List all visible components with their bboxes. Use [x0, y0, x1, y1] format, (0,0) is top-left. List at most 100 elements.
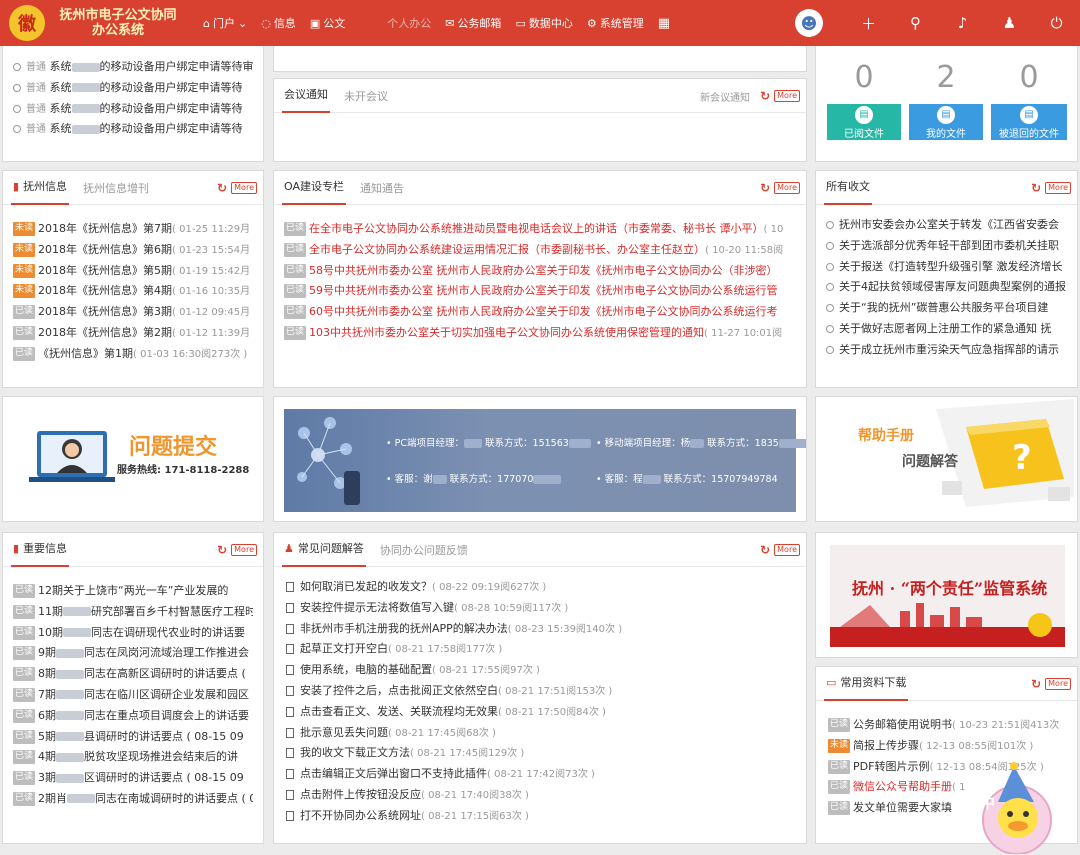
refresh-icon[interactable]: ↻	[760, 89, 770, 103]
refresh-icon[interactable]: ↻	[760, 543, 770, 557]
nav-info[interactable]: ◌ 信息	[261, 15, 296, 31]
notice-item[interactable]: 普通 系统 的移动设备用户绑定申请等待	[13, 99, 253, 120]
stat-my-files[interactable]: 2 ▤ 我的文件	[909, 52, 983, 140]
search-button[interactable]: ⚲	[892, 14, 939, 32]
list-item[interactable]: 抚州市安委会办公室关于转发《江西省安委会	[826, 215, 1067, 236]
tab-fuzhou-info[interactable]: ▮ 抚州信息	[11, 171, 70, 205]
faq-item[interactable]: 点击编辑正文后弹出窗口不支持此插件( 08-21 17:42阅73次 )	[286, 764, 796, 785]
more-button[interactable]: More	[231, 182, 257, 194]
stat-returned-files[interactable]: 0 ▤ 被退回的文件	[991, 52, 1067, 140]
list-item[interactable]: 未读 2018年《抚州信息》第5期( 01-19 15:42月	[13, 261, 253, 282]
nav-mail[interactable]: ✉ 公务邮箱	[445, 15, 501, 31]
list-item[interactable]: 已读 8期 同志在高新区调研时的讲话要点 (	[13, 664, 253, 685]
help-manual-banner[interactable]: ? 帮助手册 问题解答	[815, 396, 1078, 522]
refresh-icon[interactable]: ↻	[1031, 677, 1041, 691]
add-button[interactable]: ＋	[845, 13, 892, 34]
mascot-widget[interactable]: 中	[962, 762, 1072, 855]
user-avatar[interactable]: ☻	[795, 9, 823, 37]
notice-item[interactable]: 普通 系统 的移动设备用户绑定申请等待	[13, 78, 253, 99]
list-item[interactable]: 已读 公务邮箱使用说明书( 10-23 21:51阅413次	[828, 715, 1067, 736]
tab-pending-meetings[interactable]: 未开会议	[344, 88, 388, 104]
list-item[interactable]: 关于选派部分优秀年轻干部到团市委机关挂职	[826, 236, 1067, 257]
list-item[interactable]: 未读 2018年《抚州信息》第4期( 01-16 10:35月	[13, 281, 253, 302]
faq-item[interactable]: 起草正文打开空白( 08-21 17:58阅177次 )	[286, 639, 796, 660]
list-item[interactable]: 未读 简报上传步骤( 12-13 08:55阅101次 )	[828, 736, 1067, 757]
faq-item[interactable]: 安装控件提示无法将数值写入键( 08-28 10:59阅117次 )	[286, 598, 796, 619]
list-item[interactable]: 已读 5期 县调研时的讲话要点 ( 08-15 09	[13, 727, 253, 748]
more-button[interactable]: More	[774, 182, 800, 194]
stat-read-files[interactable]: 0 ▤ 已阅文件	[827, 52, 901, 140]
faq-item[interactable]: 点击附件上传按钮没反应( 08-21 17:40阅38次 )	[286, 785, 796, 806]
notifications-button[interactable]: ♪	[939, 14, 986, 32]
system-title[interactable]: 抚州市电子公文协同 办公系统	[53, 8, 183, 38]
more-button[interactable]: More	[1045, 678, 1071, 690]
list-item[interactable]: 已读 9期 同志在凤岗河流域治理工作推进会	[13, 643, 253, 664]
list-item[interactable]: 未读 2018年《抚州信息》第7期( 01-25 11:29月	[13, 219, 253, 240]
list-item[interactable]: 已读 2期肖 同志在南城调研时的讲话要点 ( 08	[13, 789, 253, 810]
faq-item[interactable]: 非抚州市手机注册我的抚州APP的解决办法( 08-23 15:39阅140次 )	[286, 619, 796, 640]
notice-item[interactable]: 普通 系统 的移动设备用户绑定申请等待审	[13, 57, 253, 78]
item-title: 在全市电子公文协同办公系统推进动员暨电视电话会议上的讲话（市委常委、秘书长 谭小…	[309, 222, 764, 235]
list-item[interactable]: 关于成立抚州市重污染天气应急指挥部的请示	[826, 340, 1067, 361]
tab-oa-column[interactable]: OA建设专栏	[282, 171, 346, 205]
list-item[interactable]: 已读11期 研究部署百乡千村智慧医疗工程时的讲	[13, 602, 253, 623]
tab-fuzhou-info-supplement[interactable]: 抚州信息增刊	[83, 180, 149, 196]
list-item[interactable]: 已读 60号中共抚州市委办公室 抚州市人民政府办公室关于印发《抚州市电子公文协同办…	[284, 302, 796, 323]
refresh-icon[interactable]: ↻	[217, 181, 227, 195]
notice-suffix: 的移动设备用户绑定申请等待	[99, 80, 243, 94]
supervision-system-banner[interactable]: 抚州 · “两个责任”监管系统	[815, 532, 1078, 658]
list-item[interactable]: 已读 103中共抚州市委办公室关于切实加强电子公文协同办公系统使用保密管理的通知(…	[284, 323, 796, 344]
nav-portal[interactable]: ⌂ 门户 ⌄	[203, 15, 247, 31]
list-item[interactable]: 已读 7期 同志在临川区调研企业发展和园区	[13, 685, 253, 706]
tab-important-info[interactable]: ▮ 重要信息	[11, 533, 70, 567]
nav-system-admin[interactable]: ⚙ 系统管理	[587, 15, 644, 31]
tab-notices[interactable]: 通知通告	[360, 180, 404, 196]
faq-item[interactable]: 批示意见丢失问题( 08-21 17:45阅68次 )	[286, 723, 796, 744]
notice-item[interactable]: 普通 系统 的移动设备用户绑定申请等待	[13, 119, 253, 140]
nav-personal-office[interactable]: 个人办公	[387, 15, 431, 31]
item-title: 《抚州信息》第1期	[38, 346, 134, 360]
faq-item[interactable]: 我的收文下载正文方法( 08-21 17:45阅129次 )	[286, 743, 796, 764]
faq-item[interactable]: 打不开协同办公系统网址( 08-21 17:15阅63次 )	[286, 806, 796, 827]
apps-grid-button[interactable]: ▦	[658, 16, 670, 31]
faq-item[interactable]: 安装了控件之后，点击批阅正文依然空白( 08-21 17:51阅153次 )	[286, 681, 796, 702]
list-item[interactable]: 已读 10期 同志在调研现代农业时的讲话要	[13, 623, 253, 644]
refresh-icon[interactable]: ↻	[1031, 181, 1041, 195]
list-item[interactable]: 已读 2018年《抚州信息》第2期( 01-12 11:39月	[13, 323, 253, 344]
list-item[interactable]: 已读 全市电子公文协同办公系统建设运用情况汇报（市委副秘书长、办公室主任赵立）( …	[284, 240, 796, 261]
nav-data-center[interactable]: ▭ 数据中心	[515, 15, 572, 31]
more-button[interactable]: More	[1045, 182, 1071, 194]
refresh-icon[interactable]: ↻	[760, 181, 770, 195]
faq-item[interactable]: 点击查看正文、发送、关联流程均无效果( 08-21 17:50阅84次 )	[286, 702, 796, 723]
more-button[interactable]: More	[774, 544, 800, 556]
list-item[interactable]: 关于“我的抚州”碳普惠公共服务平台项目建	[826, 298, 1067, 319]
list-item[interactable]: 关于做好志愿者网上注册工作的紧急通知 抚	[826, 319, 1067, 340]
list-item[interactable]: 已读 6期 同志在重点项目调度会上的讲话要	[13, 706, 253, 727]
list-item[interactable]: 已读 12期关于上饶市“两光一车”产业发展的	[13, 581, 253, 602]
more-button[interactable]: More	[231, 544, 257, 556]
faq-item[interactable]: 如何取消已发起的收发文？( 08-22 09:19阅627次 )	[286, 577, 796, 598]
tab-faq[interactable]: ♟ 常见问题解答	[282, 533, 366, 567]
list-item[interactable]: 未读 2018年《抚州信息》第6期( 01-23 15:54月	[13, 240, 253, 261]
tab-downloads[interactable]: ▭ 常用资料下载	[824, 667, 909, 701]
list-item[interactable]: 已读 2018年《抚州信息》第3期( 01-12 09:45月	[13, 302, 253, 323]
list-item[interactable]: 已读 在全市电子公文协同办公系统推进动员暨电视电话会议上的讲话（市委常委、秘书长 …	[284, 219, 796, 240]
contacts-button[interactable]: ♟	[986, 14, 1033, 32]
list-item[interactable]: 已读 4期 脱贫攻坚现场推进会结束后的讲	[13, 747, 253, 768]
list-item[interactable]: 已读 59号中共抚州市委办公室 抚州市人民政府办公室关于印发《抚州市电子公文协同办…	[284, 281, 796, 302]
list-item[interactable]: 已读 《抚州信息》第1期( 01-03 16:30阅273次 )	[13, 344, 253, 365]
list-item[interactable]: 已读 58号中共抚州市委办公室 抚州市人民政府办公室关于印发《抚州市电子公文协同办…	[284, 261, 796, 282]
tab-meeting-notice[interactable]: 会议通知	[282, 79, 330, 113]
list-item[interactable]: 关于报送《打造转型升级强引擎 激发经济增长	[826, 257, 1067, 278]
list-item[interactable]: 关于4起扶贫领域侵害厚友问题典型案例的通报	[826, 277, 1067, 298]
tab-feedback[interactable]: 协同办公问题反馈	[380, 542, 468, 558]
issue-submit-banner[interactable]: 问题提交 服务热线: 171-8118-2288	[2, 396, 264, 522]
list-item[interactable]: 已读 3期 区调研时的讲话要点 ( 08-15 09	[13, 768, 253, 789]
logout-button[interactable]: ⏻	[1033, 14, 1080, 32]
nav-documents[interactable]: ▣ 公文	[310, 15, 345, 31]
tab-all-received[interactable]: 所有收文	[824, 171, 872, 205]
faq-item[interactable]: 使用系统，电脑的基础配置( 08-21 17:55阅97次 )	[286, 660, 796, 681]
refresh-icon[interactable]: ↻	[217, 543, 227, 557]
new-meeting-notice-link[interactable]: 新会议通知	[700, 89, 750, 104]
more-button[interactable]: More	[774, 90, 800, 102]
